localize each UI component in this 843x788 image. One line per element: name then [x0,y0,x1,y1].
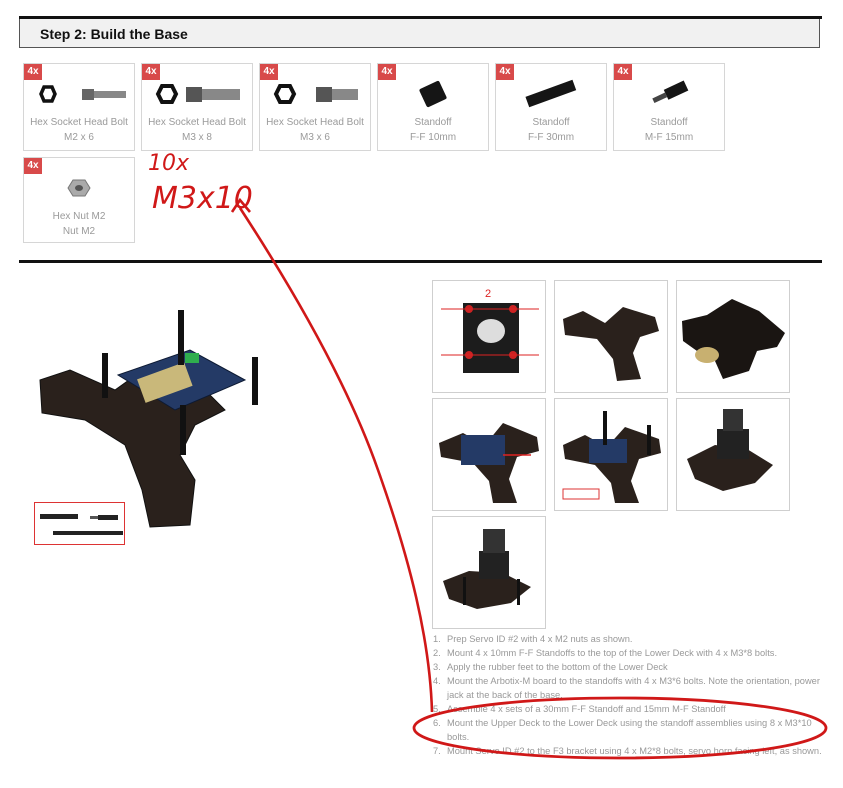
instruction-number: 2. [433,648,441,658]
instruction-item: 4. Mount the Arbotix-M board to the stand… [433,674,828,702]
instruction-text: Mount 4 x 10mm F-F Standoffs to the top … [447,648,778,658]
standoff-10mm-icon [419,80,447,108]
annotation-spec: M3x10 [152,181,253,216]
part-spec: M3 x 8 [181,132,212,143]
instruction-item: 7. Mount Servo ID #2 to the F3 bracket us… [433,744,828,758]
instruction-item: 5. Assemble 4 x sets of a 30mm F-F Stando… [433,702,828,716]
bolt-m3x6-icon [273,84,358,104]
part-card: 4x Hex Socket Head Bolt M3 x 8 [141,63,253,151]
step-thumbnail[interactable] [432,398,546,511]
instruction-text: Apply the rubber feet to the bottom of t… [447,662,668,672]
instruction-number: 5. [433,704,441,714]
part-card: 4x Standoff F-F 10mm [377,63,489,151]
step-thumbnail[interactable] [554,280,668,393]
instruction-text: Assemble 4 x sets of a 30mm F-F Standoff… [447,704,726,714]
instruction-text: Prep Servo ID #2 with 4 x M2 nuts as sho… [447,634,633,644]
part-name: Hex Nut M2 [52,211,106,222]
standoff-30mm-icon [525,79,577,108]
part-spec: M2 x 6 [63,132,94,143]
hex-nut-icon [67,179,91,197]
part-name: Hex Socket Head Bolt [148,117,246,128]
part-name: Standoff [414,117,452,128]
section-divider [19,260,822,263]
part-card: 4x Standoff M-F 15mm [613,63,725,151]
part-spec: M3 x 6 [299,132,330,143]
standoff-mf15-icon [652,80,689,103]
instruction-text: Mount the Upper Deck to the Lower Deck u… [447,718,812,742]
part-spec: F-F 10mm [409,132,457,143]
instruction-text: Mount Servo ID #2 to the F3 bracket usin… [447,746,822,756]
instruction-number: 4. [433,676,441,686]
bolt-m3x8-icon [155,84,240,104]
part-name: Standoff [532,117,570,128]
instruction-number: 6. [433,718,441,728]
standoff-inset [34,502,125,545]
instruction-list: 1. Prep Servo ID #2 with 4 x M2 nuts as s… [433,632,828,758]
instruction-number: 3. [433,662,441,672]
part-name: Hex Socket Head Bolt [30,117,128,128]
part-spec: M-F 15mm [644,132,694,143]
annotation-qty: 10x [148,151,190,176]
instruction-item: 2. Mount 4 x 10mm F-F Standoffs to the to… [433,646,828,660]
instruction-number: 1. [433,634,441,644]
annotation-arrowhead [230,197,251,213]
part-name: Hex Socket Head Bolt [266,117,364,128]
step-thumbnail[interactable] [432,516,546,629]
step-thumbnail[interactable] [676,398,790,511]
step-title: Step 2: Build the Base [40,26,188,42]
instruction-item: 6. Mount the Upper Deck to the Lower Deck… [433,716,828,744]
part-name: Standoff [650,117,688,128]
instruction-item: 3. Apply the rubber feet to the bottom of… [433,660,828,674]
step-thumbnail[interactable] [676,280,790,393]
base-assembly-image [39,310,258,528]
step-thumbnail[interactable] [554,398,668,511]
part-spec: F-F 30mm [527,132,575,143]
step-header: Step 2: Build the Base [19,19,820,48]
part-card: 4x Hex Socket Head Bolt M2 x 6 [23,63,135,151]
bolt-m2x6-icon [39,85,126,103]
instruction-item: 1. Prep Servo ID #2 with 4 x M2 nuts as s… [433,632,828,646]
step-thumbnail[interactable]: 2 [432,280,546,393]
part-card: 4x Hex Socket Head Bolt M3 x 6 [259,63,371,151]
servo-id-label: 2 [485,288,491,300]
instruction-number: 7. [433,746,441,756]
part-spec: Nut M2 [62,226,96,237]
part-card: 4x Hex Nut M2 Nut M2 [23,157,135,243]
instruction-text: Mount the Arbotix-M board to the standof… [447,676,820,700]
part-card: 4x Standoff F-F 30mm [495,63,607,151]
